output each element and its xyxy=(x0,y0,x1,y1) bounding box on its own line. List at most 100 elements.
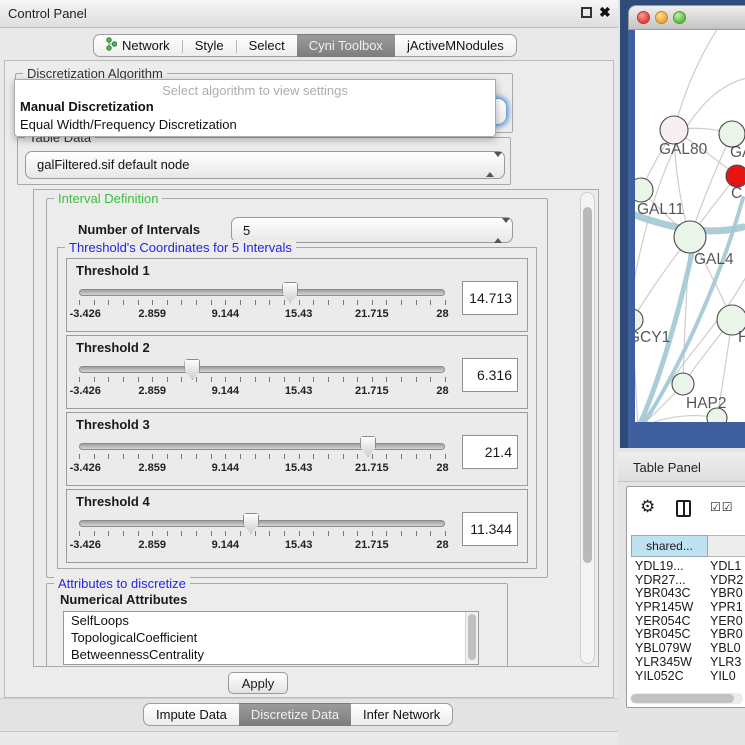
attribute-list-item[interactable]: SelfLoops xyxy=(64,612,478,629)
table-row[interactable]: YDR27...YDR2 xyxy=(631,573,745,587)
tab-style[interactable]: Style xyxy=(183,34,236,57)
slider-zone: -3.4262.8599.14415.4321.71528 xyxy=(79,514,445,560)
table-row[interactable]: YER054CYER0 xyxy=(631,614,745,628)
network-node-gal4[interactable] xyxy=(674,221,706,253)
threshold-value-field[interactable]: 14.713 xyxy=(462,281,518,315)
threshold-slider[interactable]: -3.4262.8599.14415.4321.71528 xyxy=(75,437,455,483)
minimize-traffic-light-icon[interactable] xyxy=(655,11,668,24)
slider-tick xyxy=(401,377,402,382)
slider-track[interactable] xyxy=(79,443,445,450)
slider-tick xyxy=(79,531,80,536)
top-tab-strip: NetworkStyleSelectCyni ToolboxjActiveMNo… xyxy=(93,34,517,57)
network-node-label: GAL11 xyxy=(637,201,684,218)
column-header-name[interactable]: name xyxy=(708,535,745,557)
float-window-icon[interactable] xyxy=(581,7,592,18)
slider-scale-label: 2.859 xyxy=(138,539,166,551)
zoom-traffic-light-icon[interactable] xyxy=(673,11,686,24)
tab-impute-data[interactable]: Impute Data xyxy=(143,703,239,726)
network-node-label: C xyxy=(731,185,742,202)
network-canvas[interactable]: GAL80GACGAL11GAL4GCY1HHAP2 xyxy=(635,30,745,422)
slider-track[interactable] xyxy=(79,289,445,296)
threshold-slider[interactable]: -3.4262.8599.14415.4321.71528 xyxy=(75,514,455,560)
slider-handle[interactable] xyxy=(360,436,376,457)
slider-track[interactable] xyxy=(79,366,445,373)
table-cell: YLR3 xyxy=(705,655,741,669)
apply-button[interactable]: Apply xyxy=(228,672,288,694)
slider-tick xyxy=(255,454,256,459)
network-node-gal11[interactable] xyxy=(635,178,653,202)
threshold-slider[interactable]: -3.4262.8599.14415.4321.71528 xyxy=(75,283,455,329)
table-row[interactable]: YLR345WYLR3 xyxy=(631,655,745,669)
slider-track[interactable] xyxy=(79,520,445,527)
numerical-attributes-list[interactable]: SelfLoopsTopologicalCoefficientBetweenne… xyxy=(63,611,479,665)
table-header-row: shared... name xyxy=(631,535,745,557)
slider-scale-label: 28 xyxy=(436,539,448,551)
slider-tick xyxy=(328,454,329,459)
algorithm-dropdown-popup: Select algorithm to view settings Manual… xyxy=(14,79,496,137)
combo-arrows-icon xyxy=(486,157,495,172)
threshold-label: Threshold 2 xyxy=(76,340,150,355)
slider-scale-label: 21.715 xyxy=(355,385,389,397)
table-cell: YBR045C xyxy=(631,627,705,641)
table-row[interactable]: YPR145WYPR1 xyxy=(631,600,745,614)
tab-select[interactable]: Select xyxy=(237,34,297,57)
algorithm-prompt-item[interactable]: Select algorithm to view settings xyxy=(15,80,495,98)
slider-tick xyxy=(372,454,373,459)
gear-icon[interactable]: ⚙ xyxy=(640,497,655,517)
table-row[interactable]: YBR043CYBR0 xyxy=(631,586,745,600)
threshold-slider[interactable]: -3.4262.8599.14415.4321.71528 xyxy=(75,360,455,406)
threshold-value-field[interactable]: 6.316 xyxy=(462,358,518,392)
slider-tick xyxy=(386,531,387,536)
table-row[interactable]: YBR045CYBR0 xyxy=(631,627,745,641)
slider-tick xyxy=(357,377,358,382)
table-horizontal-scrollbar[interactable] xyxy=(630,693,743,704)
table-cell: YER054C xyxy=(631,614,705,628)
column-header-shared[interactable]: shared... xyxy=(631,535,708,557)
network-node-gcy1[interactable] xyxy=(635,309,643,331)
tab-jactivemnodules[interactable]: jActiveMNodules xyxy=(395,34,517,57)
slider-tick xyxy=(372,531,373,536)
threshold-panel: Threshold 4-3.4262.8599.14415.4321.71528… xyxy=(66,489,528,563)
threshold-label: Threshold 3 xyxy=(76,417,150,432)
slider-tick xyxy=(123,300,124,305)
tab-infer-network[interactable]: Infer Network xyxy=(351,703,453,726)
slider-tick xyxy=(313,454,314,459)
slider-tick xyxy=(94,377,95,382)
table-row[interactable]: YBL079WYBL0 xyxy=(631,641,745,655)
algorithm-option-equal-width-frequency-discretization[interactable]: Equal Width/Frequency Discretization xyxy=(15,116,495,134)
slider-handle[interactable] xyxy=(184,359,200,380)
slider-handle[interactable] xyxy=(243,513,259,534)
threshold-value-field[interactable]: 21.4 xyxy=(462,435,518,469)
combo-arrows-icon xyxy=(494,223,503,238)
slider-tick xyxy=(401,300,402,305)
split-view-icon[interactable] xyxy=(676,500,691,517)
algorithm-option-manual-discretization[interactable]: Manual Discretization xyxy=(15,98,495,116)
attribute-list-item[interactable]: BetweennessCentrality xyxy=(64,646,478,663)
slider-tick xyxy=(94,300,95,305)
tab-network[interactable]: Network xyxy=(93,34,182,57)
close-traffic-light-icon[interactable] xyxy=(637,11,650,24)
table-row[interactable]: YIL052CYIL0 xyxy=(631,669,745,683)
checkbox-icons[interactable]: ☑☑ xyxy=(710,500,734,514)
tab-discretize-data[interactable]: Discretize Data xyxy=(239,703,351,726)
slider-tick xyxy=(167,300,168,305)
threshold-value-field[interactable]: 11.344 xyxy=(462,512,518,546)
attributes-scrollbar[interactable] xyxy=(465,612,478,664)
settings-vertical-scrollbar[interactable] xyxy=(580,192,595,664)
table-cell: YBR0 xyxy=(705,586,743,600)
slider-tick xyxy=(123,377,124,382)
tab-cyni-toolbox[interactable]: Cyni Toolbox xyxy=(297,34,395,57)
slider-scale-label: -3.426 xyxy=(70,462,101,474)
attribute-list-item[interactable]: TopologicalCoefficient xyxy=(64,629,478,646)
network-node-c[interactable] xyxy=(726,165,745,187)
slider-tick xyxy=(152,454,153,459)
slider-tick xyxy=(211,454,212,459)
network-node-gal80[interactable] xyxy=(660,116,688,144)
table-data-combobox[interactable]: galFiltered.sif default node xyxy=(25,151,505,179)
close-icon[interactable]: ✖ xyxy=(599,4,611,21)
table-row[interactable]: YDL19...YDL1 xyxy=(631,559,745,573)
slider-scale-label: 9.144 xyxy=(212,308,240,320)
network-node-label: GAL80 xyxy=(659,141,708,158)
slider-tick xyxy=(181,531,182,536)
network-node-hap2[interactable] xyxy=(672,373,694,395)
